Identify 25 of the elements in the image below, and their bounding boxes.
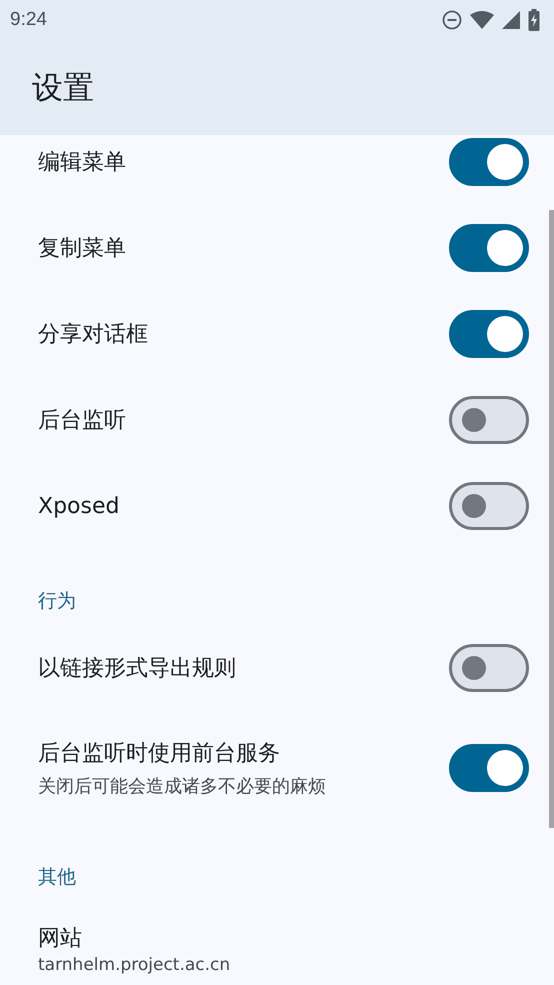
signal-icon: [502, 11, 520, 29]
setting-title: 分享对话框: [38, 321, 148, 349]
setting-title: 编辑菜单: [38, 149, 126, 177]
setting-subtitle: tarnhelm.project.ac.cn: [38, 955, 230, 975]
section-header: 行为: [38, 589, 76, 614]
setting-title: 复制菜单: [38, 235, 126, 263]
toggle-switch[interactable]: [449, 310, 529, 358]
toggle-switch[interactable]: [449, 396, 529, 444]
toggle-switch[interactable]: [449, 644, 529, 692]
toggle-switch[interactable]: [449, 138, 529, 186]
setting-title: 网站: [38, 925, 83, 953]
section-header: 其他: [38, 865, 76, 890]
setting-title: 后台监听时使用前台服务: [38, 740, 281, 768]
setting-title: 以链接形式导出规则: [38, 655, 236, 683]
screen-title: 设置: [32, 68, 94, 108]
setting-subtitle: 关闭后可能会造成诸多不必要的麻烦: [38, 775, 326, 798]
wifi-icon: [470, 11, 494, 29]
toggle-switch[interactable]: [449, 224, 529, 272]
do-not-disturb-icon: [442, 10, 462, 30]
setting-title: 后台监听: [38, 407, 126, 435]
toggle-switch[interactable]: [449, 744, 529, 792]
status-time: 9:24: [10, 9, 47, 31]
toggle-switch[interactable]: [449, 482, 529, 530]
setting-title: Xposed: [38, 494, 120, 518]
battery-charging-icon: [528, 9, 540, 31]
